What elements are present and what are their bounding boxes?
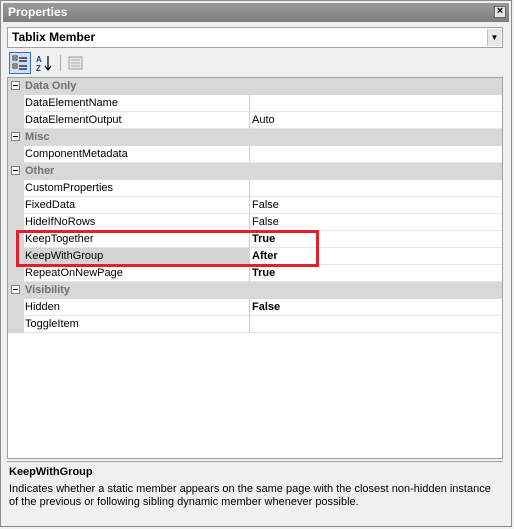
property-pages-button[interactable] — [64, 52, 86, 74]
window-title: Properties — [8, 5, 68, 19]
svg-text:Z: Z — [36, 64, 41, 73]
categorized-icon — [12, 55, 27, 70]
property-name: DataElementOutput — [24, 112, 250, 129]
property-row[interactable]: HideIfNoRows False — [8, 214, 502, 231]
property-value[interactable]: False — [250, 197, 502, 214]
property-name: Hidden — [24, 299, 250, 316]
svg-text:A: A — [36, 55, 42, 64]
property-name: ToggleItem — [24, 316, 250, 333]
object-selector-dropdown[interactable]: Tablix Member ▼ — [7, 27, 503, 48]
property-row[interactable]: DataElementName — [8, 95, 502, 112]
property-row[interactable]: RepeatOnNewPage True — [8, 265, 502, 282]
collapse-icon[interactable] — [11, 166, 20, 175]
property-value[interactable]: After — [250, 248, 502, 265]
property-row-keeptogether[interactable]: KeepTogether True — [8, 231, 502, 248]
property-name: RepeatOnNewPage — [24, 265, 250, 282]
property-value[interactable]: Auto — [250, 112, 502, 129]
property-row[interactable]: FixedData False — [8, 197, 502, 214]
property-row-keepwithgroup[interactable]: KeepWithGroup After — [8, 248, 502, 265]
collapse-icon[interactable] — [11, 132, 20, 141]
properties-window: Properties × Tablix Member ▼ A Z Data On… — [0, 0, 512, 527]
close-icon[interactable]: × — [494, 6, 506, 18]
property-pages-icon — [68, 56, 83, 70]
property-grid: Data Only DataElementName DataElementOut… — [7, 77, 503, 459]
property-value[interactable]: False — [250, 214, 502, 231]
property-row[interactable]: Hidden False — [8, 299, 502, 316]
property-row[interactable]: CustomProperties — [8, 180, 502, 197]
description-panel: KeepWithGroup Indicates whether a static… — [7, 461, 503, 523]
object-selector-value: Tablix Member — [12, 30, 96, 44]
property-value[interactable]: False — [250, 299, 502, 316]
chevron-down-icon[interactable]: ▼ — [487, 29, 501, 46]
property-value[interactable] — [250, 180, 502, 197]
category-other[interactable]: Other — [8, 163, 502, 180]
category-label: Visibility — [25, 284, 71, 296]
property-value[interactable]: True — [250, 265, 502, 282]
description-text: Indicates whether a static member appear… — [9, 483, 491, 508]
category-visibility[interactable]: Visibility — [8, 282, 502, 299]
property-name: HideIfNoRows — [24, 214, 250, 231]
property-name: DataElementName — [24, 95, 250, 112]
property-value[interactable] — [250, 146, 502, 163]
category-label: Data Only — [25, 80, 77, 92]
properties-toolbar: A Z — [7, 51, 503, 75]
property-row[interactable]: ComponentMetadata — [8, 146, 502, 163]
property-name: KeepTogether — [24, 231, 250, 248]
property-name: CustomProperties — [24, 180, 250, 197]
property-value[interactable] — [250, 316, 502, 333]
property-name: FixedData — [24, 197, 250, 214]
property-row[interactable]: DataElementOutput Auto — [8, 112, 502, 129]
category-misc[interactable]: Misc — [8, 129, 502, 146]
collapse-icon[interactable] — [11, 285, 20, 294]
property-name: ComponentMetadata — [24, 146, 250, 163]
property-value[interactable]: True — [250, 231, 502, 248]
category-label: Other — [25, 165, 55, 177]
property-value[interactable] — [250, 95, 502, 112]
title-bar: Properties × — [3, 3, 509, 22]
categorized-button[interactable] — [9, 52, 31, 74]
property-name: KeepWithGroup — [24, 248, 250, 265]
category-label: Misc — [25, 131, 50, 143]
description-title: KeepWithGroup — [9, 466, 93, 478]
property-row[interactable]: ToggleItem — [8, 316, 502, 333]
toolbar-separator — [60, 55, 61, 71]
alphabetical-icon: A Z — [36, 55, 52, 73]
collapse-icon[interactable] — [11, 81, 20, 90]
alphabetical-button[interactable]: A Z — [33, 52, 55, 74]
category-data-only[interactable]: Data Only — [8, 78, 502, 95]
